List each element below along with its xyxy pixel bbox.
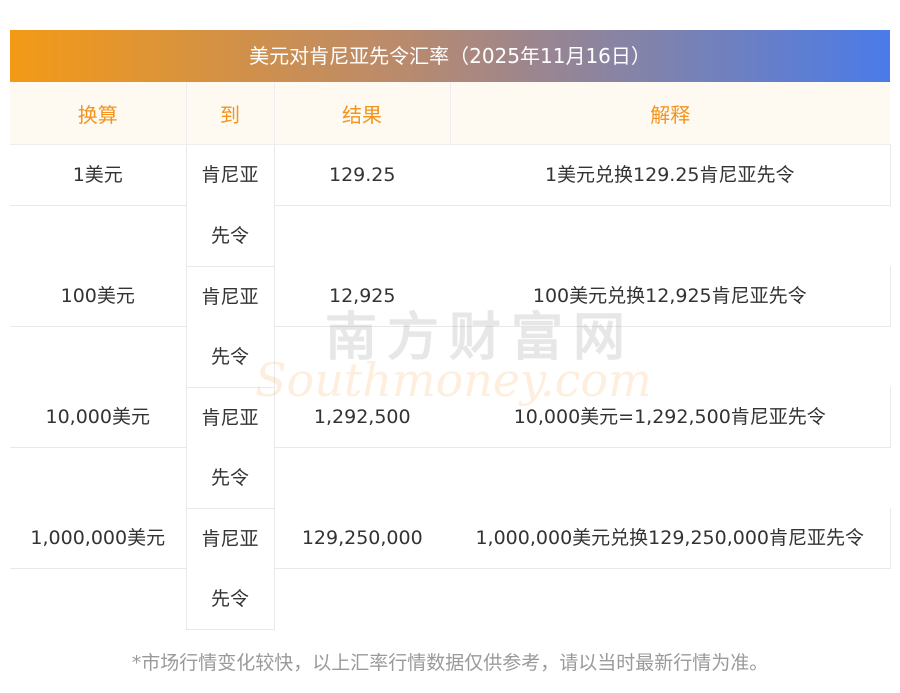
header-to: 到 xyxy=(185,82,274,145)
table-row-continuation: 先令 xyxy=(10,205,890,267)
table-row-continuation: 先令 xyxy=(10,447,890,509)
from-cell: 1美元 xyxy=(10,144,186,206)
to-cell-line2: 先令 xyxy=(185,568,275,630)
to-cell-line2: 先令 xyxy=(185,447,275,509)
explain-cell: 100美元兑换12,925肯尼亚先令 xyxy=(450,266,891,327)
disclaimer-footer: *市场行情变化较快，以上汇率行情数据仅供参考，请以当时最新行情为准。 xyxy=(131,652,769,674)
header-row: 换算 到 结果 解释 xyxy=(10,82,890,145)
header-explain: 解释 xyxy=(449,82,890,145)
table-row: 100美元 肯尼亚 12,925 100美元兑换12,925肯尼亚先令 xyxy=(10,266,891,327)
to-cell-line2: 先令 xyxy=(185,326,275,388)
table-row-continuation: 先令 xyxy=(10,568,890,630)
table-row: 1美元 肯尼亚 129.25 1美元兑换129.25肯尼亚先令 xyxy=(10,144,891,206)
to-cell: 肯尼亚 xyxy=(185,144,275,206)
table-title: 美元对肯尼亚先令汇率（2025年11月16日） xyxy=(10,30,890,82)
header-result: 结果 xyxy=(273,82,450,145)
from-cell: 10,000美元 xyxy=(10,387,186,448)
table-row: 1,000,000美元 肯尼亚 129,250,000 1,000,000美元兑… xyxy=(10,508,891,569)
explain-cell: 1美元兑换129.25肯尼亚先令 xyxy=(450,144,891,206)
result-cell: 1,292,500 xyxy=(274,387,450,448)
to-cell-line2: 先令 xyxy=(185,205,275,267)
result-cell: 129,250,000 xyxy=(274,508,450,569)
result-cell: 129.25 xyxy=(274,144,450,206)
rate-table-panel: 美元对肯尼亚先令汇率（2025年11月16日） 换算 到 结果 解释 1美元 肯… xyxy=(10,30,891,630)
from-cell: 100美元 xyxy=(10,266,186,327)
header-convert: 换算 xyxy=(10,82,186,145)
conversion-table: 换算 到 结果 解释 1美元 肯尼亚 129.25 1美元兑换129.25肯尼亚… xyxy=(10,82,891,630)
to-cell: 肯尼亚 xyxy=(185,387,275,448)
to-cell: 肯尼亚 xyxy=(185,508,275,569)
explain-cell: 1,000,000美元兑换129,250,000肯尼亚先令 xyxy=(450,508,891,569)
result-cell: 12,925 xyxy=(274,266,450,327)
explain-cell: 10,000美元=1,292,500肯尼亚先令 xyxy=(450,387,891,448)
table-row: 10,000美元 肯尼亚 1,292,500 10,000美元=1,292,50… xyxy=(10,387,891,448)
from-cell: 1,000,000美元 xyxy=(10,508,186,569)
to-cell: 肯尼亚 xyxy=(185,266,275,327)
table-row-continuation: 先令 xyxy=(10,326,890,388)
